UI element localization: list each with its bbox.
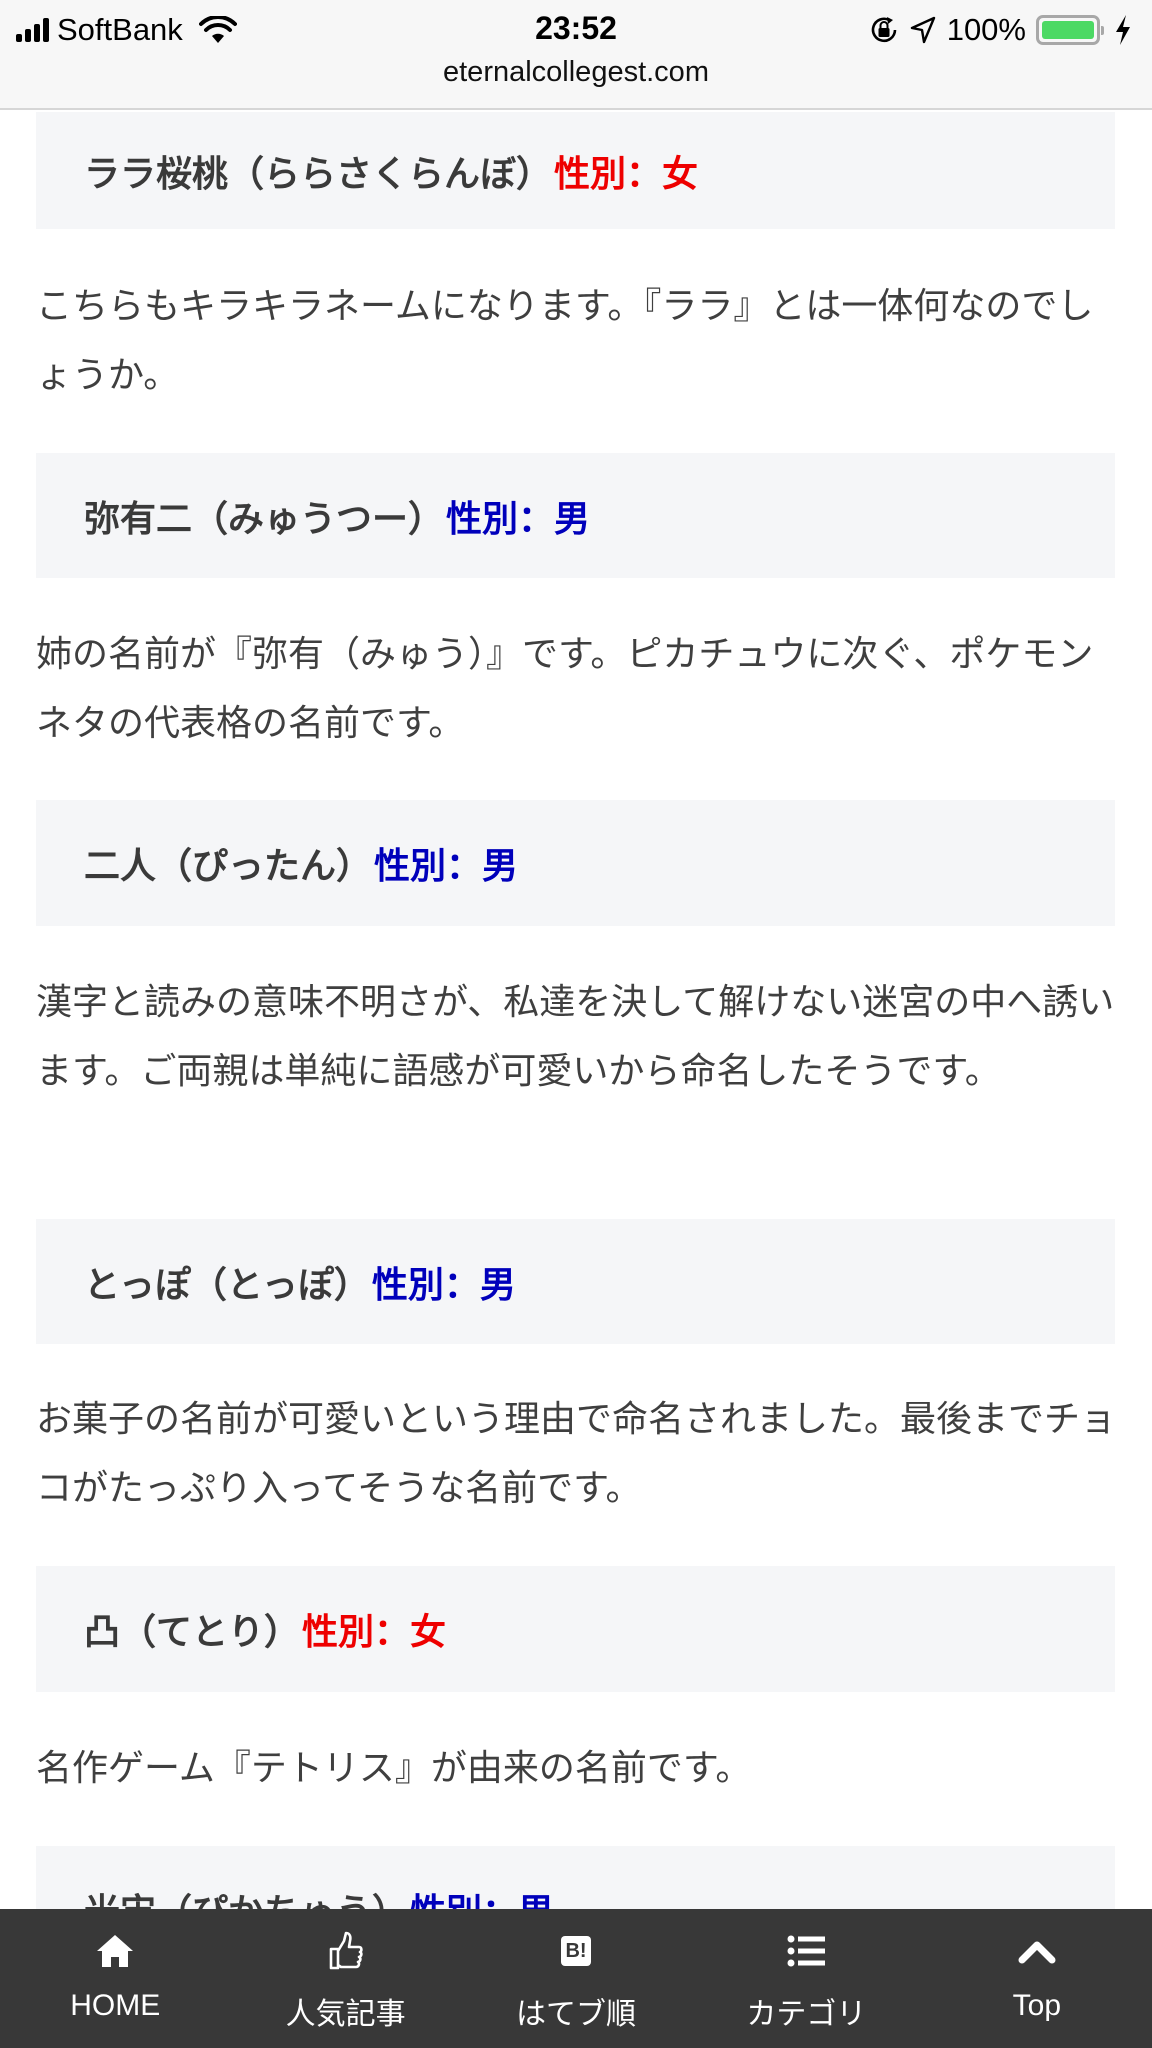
entry-name: 弥有二（みゅうつー） [84, 498, 445, 540]
charging-bolt-icon [1116, 15, 1130, 45]
url-bar[interactable]: eternalcollegest.com [0, 56, 1152, 89]
location-arrow-icon [910, 16, 935, 44]
entry-description: 漢字と読みの意味不明さが、私達を決して解けない迷宮の中へ誘います。ご両親は単純に… [36, 982, 1115, 1092]
gender-label: 性別：女 [302, 1612, 447, 1653]
gender-label: 性別：男 [371, 1264, 516, 1306]
chevron-up-icon [1018, 1929, 1056, 1973]
status-bar: SoftBank 23:52 100% [0, 8, 1152, 52]
entry-description: お菓子の名前が可愛いという理由で命名されました。最後までチョコがたっぷり入ってそ… [36, 1399, 1117, 1509]
nav-popular[interactable]: 人気記事 [230, 1909, 460, 2048]
hatena-bookmark-icon: B! [561, 1929, 592, 1973]
entry-heading: ララ桜桃（ららさくらんぼ） 性別：女 [36, 112, 1115, 229]
rotation-lock-icon [871, 17, 897, 43]
entry-name: 凸（てとり） [84, 1612, 301, 1653]
entry-name: 二人（ぴったん） [84, 846, 373, 887]
home-icon [95, 1929, 135, 1973]
browser-top-bar: SoftBank 23:52 100% eternalcollegest.com [0, 0, 1152, 110]
nav-hatena-ranking[interactable]: B! はてブ順 [461, 1909, 691, 2048]
battery-icon [1036, 15, 1104, 45]
gender-label: 性別：女 [554, 153, 699, 195]
entry-name: ララ桜桃（ららさくらんぼ） [84, 153, 553, 195]
thumbs-up-icon [328, 1929, 364, 1973]
list-icon [787, 1929, 826, 1973]
entry-heading: 弥有二（みゅうつー） 性別：男 [36, 453, 1115, 578]
nav-top[interactable]: Top [922, 1909, 1152, 2048]
nav-category[interactable]: カテゴリ [691, 1909, 921, 2048]
bottom-nav: HOME 人気記事 B! はてブ順 カテゴリ Top [0, 1909, 1152, 2048]
nav-home[interactable]: HOME [0, 1909, 230, 2048]
entry-heading: 凸（てとり） 性別：女 [36, 1566, 1115, 1692]
gender-label: 性別：男 [374, 846, 519, 887]
entry-heading: とっぽ（とっぽ） 性別：男 [36, 1219, 1115, 1344]
entry-description: こちらもキラキラネームになります。『ララ』とは一体何なのでしょうか。 [36, 286, 1094, 396]
entry-description: 姉の名前が『弥有（みゅう）』です。ピカチュウに次ぐ、ポケモンネタの代表格の名前で… [36, 634, 1094, 744]
battery-level-fill [1042, 21, 1094, 39]
entry-heading: 二人（ぴったん） 性別：男 [36, 800, 1115, 926]
battery-percent: 100% [946, 12, 1026, 47]
entry-name: とっぽ（とっぽ） [84, 1264, 370, 1306]
gender-label: 性別：男 [446, 498, 591, 540]
entry-description: 名作ゲーム『テトリス』が由来の名前です。 [36, 1748, 752, 1789]
